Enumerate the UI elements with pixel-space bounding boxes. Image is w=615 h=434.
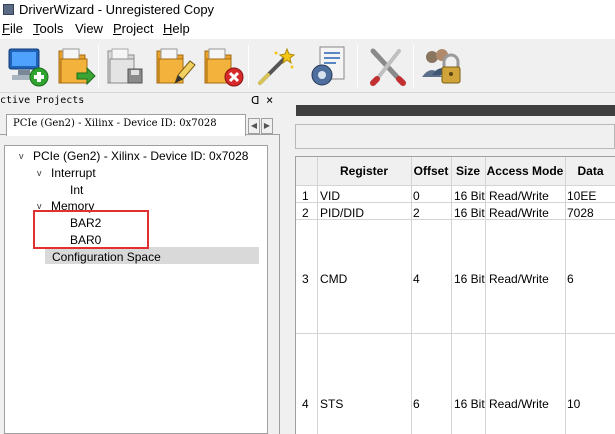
register-access-mode[interactable]: Read/Write bbox=[489, 397, 549, 411]
menu-file[interactable]: File bbox=[2, 21, 23, 36]
register-size[interactable]: 16 Bit bbox=[454, 272, 485, 286]
column-header-register[interactable]: Register bbox=[317, 157, 411, 185]
close-panel-icon[interactable]: × bbox=[266, 93, 273, 107]
row-number: 3 bbox=[302, 272, 309, 286]
register-name[interactable]: VID bbox=[320, 189, 340, 203]
tree-item-device[interactable]: PCIe (Gen2) - Xilinx - Device ID: 0x7028 bbox=[33, 148, 248, 165]
register-size[interactable]: 16 Bit bbox=[454, 206, 485, 220]
menu-project[interactable]: Project bbox=[113, 21, 153, 36]
register-size[interactable]: 16 Bit bbox=[454, 397, 485, 411]
active-projects-panel: Active Projects ᗡ × PCIe (Gen2) - Xilinx… bbox=[0, 93, 280, 434]
panel-header: Active Projects ᗡ × bbox=[0, 93, 280, 109]
column-header-data[interactable]: Data bbox=[565, 157, 615, 185]
dark-header-bar bbox=[296, 105, 615, 116]
tree-item-interrupt[interactable]: Interrupt bbox=[51, 165, 96, 182]
row-number: 4 bbox=[302, 397, 309, 411]
wizard-button[interactable] bbox=[254, 43, 296, 89]
save-project-icon bbox=[107, 48, 143, 84]
project-tab-strip: PCIe (Gen2) - Xilinx - Device ID: 0x7028… bbox=[0, 109, 280, 136]
device-tree bbox=[4, 145, 268, 434]
tab-project[interactable]: PCIe (Gen2) - Xilinx - Device ID: 0x7028 bbox=[6, 114, 246, 136]
open-project-button[interactable] bbox=[55, 43, 97, 89]
register-data[interactable]: 7028 bbox=[567, 206, 594, 220]
register-access-mode[interactable]: Read/Write bbox=[489, 189, 549, 203]
panel-title: Active Projects bbox=[0, 95, 85, 106]
register-name[interactable]: STS bbox=[320, 397, 343, 411]
menu-help[interactable]: Help bbox=[163, 21, 190, 36]
new-device-icon bbox=[8, 48, 49, 87]
register-grid: Register Offset Size Access Mode Data 1 … bbox=[295, 156, 615, 434]
register-name[interactable]: PID/DID bbox=[320, 206, 364, 220]
toolbar-separator bbox=[98, 45, 99, 87]
grid-line bbox=[485, 157, 486, 434]
register-offset[interactable]: 6 bbox=[413, 397, 420, 411]
grid-line bbox=[296, 185, 615, 186]
register-data[interactable]: 10EE bbox=[567, 189, 596, 203]
grid-line bbox=[451, 157, 452, 434]
edit-project-icon bbox=[156, 48, 196, 85]
register-lock-icon bbox=[422, 49, 461, 84]
grid-line bbox=[317, 157, 318, 434]
row-number: 1 bbox=[302, 189, 309, 203]
toolbar-separator bbox=[357, 45, 358, 87]
column-header-access-mode[interactable]: Access Mode bbox=[485, 157, 565, 185]
tab-prev-icon[interactable]: ◀ bbox=[248, 118, 260, 134]
register-offset[interactable]: 2 bbox=[413, 206, 420, 220]
grid-line bbox=[411, 157, 412, 434]
grid-line bbox=[565, 157, 566, 434]
register-offset[interactable]: 0 bbox=[413, 189, 420, 203]
menu-view[interactable]: View bbox=[75, 21, 103, 36]
toolbar-separator bbox=[413, 45, 414, 87]
grid-corner bbox=[296, 157, 317, 185]
save-project-button[interactable] bbox=[104, 43, 146, 89]
register-view-panel: Register Offset Size Access Mode Data 1 … bbox=[284, 93, 615, 434]
close-project-icon bbox=[204, 48, 244, 87]
wizard-wand-icon bbox=[258, 47, 296, 85]
register-button[interactable] bbox=[420, 43, 462, 89]
tree-item-int[interactable]: Int bbox=[70, 182, 83, 199]
tools-button[interactable] bbox=[365, 43, 407, 89]
generate-code-button[interactable] bbox=[306, 43, 348, 89]
blank-toolbar-box bbox=[295, 124, 615, 149]
annotation-highlight-box bbox=[33, 210, 149, 249]
column-header-offset[interactable]: Offset bbox=[411, 157, 451, 185]
register-data[interactable]: 6 bbox=[567, 272, 574, 286]
register-access-mode[interactable]: Read/Write bbox=[489, 272, 549, 286]
title-bar: DriverWizard - Unregistered Copy bbox=[0, 0, 615, 20]
menu-bar: File Tools View Project Help bbox=[0, 20, 615, 39]
tree-item-configuration-space[interactable]: Configuration Space bbox=[52, 249, 161, 266]
menu-tools[interactable]: Tools bbox=[33, 21, 63, 36]
generate-code-icon bbox=[311, 46, 345, 86]
window-title: DriverWizard - Unregistered Copy bbox=[19, 2, 215, 17]
column-header-size[interactable]: Size bbox=[451, 157, 485, 185]
tab-next-icon[interactable]: ▶ bbox=[261, 118, 273, 134]
chevron-down-icon[interactable]: v bbox=[19, 151, 24, 161]
register-size[interactable]: 16 Bit bbox=[454, 189, 485, 203]
edit-project-button[interactable] bbox=[153, 43, 196, 89]
pin-icon[interactable]: ᗡ bbox=[251, 94, 259, 107]
app-icon bbox=[3, 4, 14, 15]
new-device-button[interactable] bbox=[6, 43, 49, 89]
register-name[interactable]: CMD bbox=[320, 272, 347, 286]
register-data[interactable]: 10 bbox=[567, 397, 580, 411]
chevron-down-icon[interactable]: v bbox=[37, 168, 42, 178]
register-access-mode[interactable]: Read/Write bbox=[489, 206, 549, 220]
open-folder-arrow-icon bbox=[58, 48, 96, 86]
toolbar-separator bbox=[248, 45, 249, 87]
toolbar bbox=[0, 39, 615, 93]
grid-line bbox=[296, 333, 615, 334]
register-offset[interactable]: 4 bbox=[413, 272, 420, 286]
tools-icon bbox=[370, 48, 406, 86]
close-project-button[interactable] bbox=[201, 43, 244, 89]
row-number: 2 bbox=[302, 206, 309, 220]
